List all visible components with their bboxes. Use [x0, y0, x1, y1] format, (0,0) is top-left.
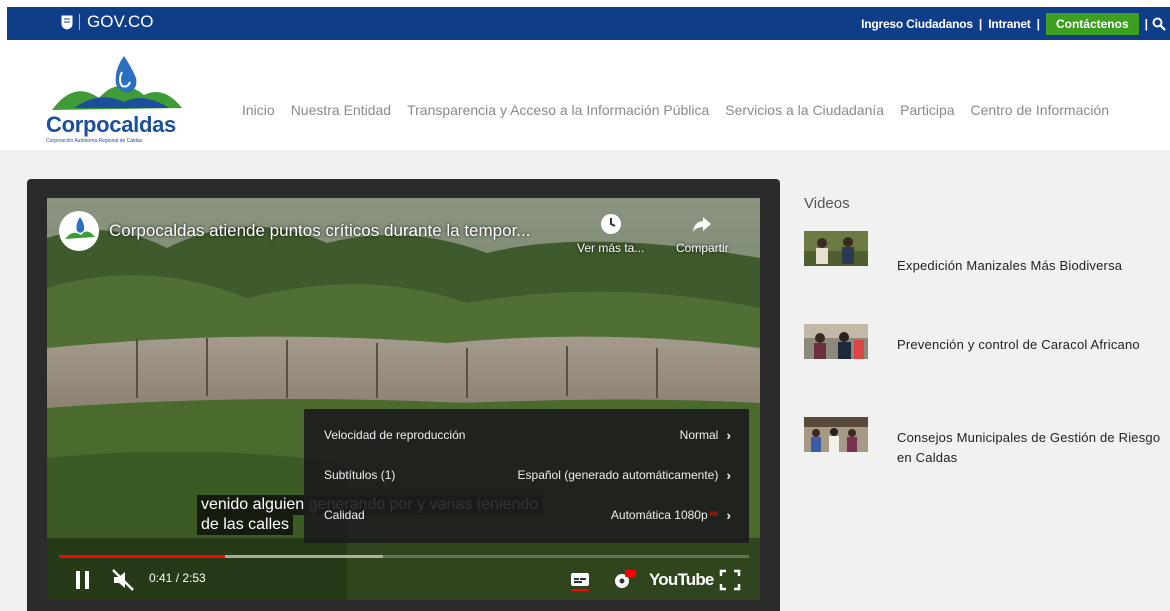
settings-playback-speed[interactable]: Velocidad de reproducción Normal ›: [304, 415, 749, 455]
subtitles-icon[interactable]: [569, 568, 591, 592]
site-header: Corpocaldas Corporación Autónoma Regiona…: [0, 40, 1170, 150]
top-nav-pipe: |: [1036, 17, 1040, 31]
contactenos-button[interactable]: Contáctenos: [1045, 13, 1139, 35]
pause-icon[interactable]: [73, 568, 93, 592]
caption-line-2: de las calles: [197, 515, 294, 535]
sidebar-video-title[interactable]: Expedición Manizales Más Biodiversa: [897, 256, 1167, 276]
watch-later-label: Ver más ta...: [577, 241, 645, 255]
progress-played: [59, 555, 225, 558]
video-thumbnail[interactable]: [804, 324, 868, 359]
video-thumbnail[interactable]: [804, 417, 868, 452]
youtube-logo[interactable]: YouTube: [649, 570, 714, 590]
gov-brand: GOV.CO: [87, 12, 154, 31]
search-icon[interactable]: [1152, 17, 1166, 31]
setting-label: Calidad: [324, 508, 365, 522]
share-label: Compartir: [676, 241, 729, 255]
watch-later-button[interactable]: Ver más ta...: [577, 213, 644, 255]
top-nav-pipe: |: [1144, 17, 1148, 31]
chevron-right-icon: ›: [726, 467, 731, 483]
nav-nuestra-entidad[interactable]: Nuestra Entidad: [291, 102, 391, 118]
sidebar-video-title[interactable]: Consejos Municipales de Gestión de Riesg…: [897, 428, 1167, 468]
share-button[interactable]: Compartir: [676, 213, 729, 255]
fullscreen-icon[interactable]: [719, 568, 741, 592]
nav-participa[interactable]: Participa: [900, 102, 954, 118]
ingreso-ciudadanos-link[interactable]: Ingreso Ciudadanos: [855, 17, 979, 31]
setting-value: Normal: [679, 428, 719, 442]
logo-subtitle: Corporación Autónoma Regional de Caldas: [46, 138, 143, 144]
settings-menu: Velocidad de reproducción Normal › Subtít…: [304, 409, 749, 543]
sidebar-title: Videos: [804, 195, 850, 212]
thumbnail-image: [804, 417, 868, 452]
clock-icon: [600, 214, 621, 234]
settings-quality[interactable]: Calidad Automática 1080p HD ›: [304, 495, 749, 535]
intranet-link[interactable]: Intranet: [982, 17, 1036, 31]
player-controls: 0:41 / 2:53 YouTube: [47, 564, 760, 600]
chevron-right-icon: ›: [726, 427, 731, 443]
gov-logo[interactable]: GOV.CO: [61, 12, 153, 32]
mute-icon[interactable]: [111, 568, 137, 592]
logo-mark-icon: [52, 56, 182, 110]
video-title[interactable]: Corpocaldas atiende puntos críticos dura…: [109, 221, 530, 241]
nav-servicios-ciudadania[interactable]: Servicios a la Ciudadanía: [725, 102, 884, 118]
nav-centro-informacion[interactable]: Centro de Información: [971, 102, 1110, 118]
logo-wordmark: Corpocaldas: [46, 112, 176, 137]
nav-inicio[interactable]: Inicio: [242, 102, 275, 118]
gov-bar: GOV.CO Ingreso Ciudadanos | Intranet | C…: [0, 0, 1170, 40]
youtube-player[interactable]: Corpocaldas atiende puntos críticos dura…: [47, 198, 760, 600]
video-thumbnail[interactable]: [804, 231, 868, 266]
hd-badge: HD: [709, 512, 719, 518]
thumbnail-image: [804, 324, 868, 359]
settings-subtitles[interactable]: Subtítulos (1) Español (generado automát…: [304, 455, 749, 495]
thumbnail-image: [804, 231, 868, 266]
setting-label: Velocidad de reproducción: [324, 428, 466, 442]
setting-value: Español (generado automáticamente): [517, 468, 719, 482]
sidebar-video-title[interactable]: Prevención y control de Caracol Africano: [897, 335, 1167, 355]
sidebar-video-item[interactable]: Consejos Municipales de Gestión de Riesg…: [804, 417, 1164, 473]
main-nav: Inicio Nuestra Entidad Transparencia y A…: [242, 102, 1125, 118]
channel-logo-icon: [65, 217, 95, 239]
channel-avatar[interactable]: [59, 211, 99, 251]
settings-gear-icon[interactable]: [611, 568, 637, 592]
share-arrow-icon: [693, 217, 712, 232]
top-nav: Ingreso Ciudadanos | Intranet | Contácte…: [855, 13, 1166, 35]
progress-bar[interactable]: [59, 555, 749, 558]
setting-label: Subtítulos (1): [324, 468, 396, 482]
sidebar-video-item[interactable]: Expedición Manizales Más Biodiversa: [804, 231, 1164, 287]
setting-value: Automática 1080p: [610, 508, 708, 522]
time-display: 0:41 / 2:53: [149, 571, 206, 585]
corpocaldas-logo[interactable]: Corpocaldas Corporación Autónoma Regiona…: [44, 50, 184, 146]
gov-separator: [79, 14, 80, 30]
sidebar-video-item[interactable]: Prevención y control de Caracol Africano: [804, 324, 1164, 380]
nav-transparencia[interactable]: Transparencia y Acceso a la Información …: [407, 102, 709, 118]
chevron-right-icon: ›: [726, 507, 731, 523]
colombia-shield-icon: [61, 15, 73, 30]
gov-bar-inner: GOV.CO Ingreso Ciudadanos | Intranet | C…: [7, 7, 1170, 40]
